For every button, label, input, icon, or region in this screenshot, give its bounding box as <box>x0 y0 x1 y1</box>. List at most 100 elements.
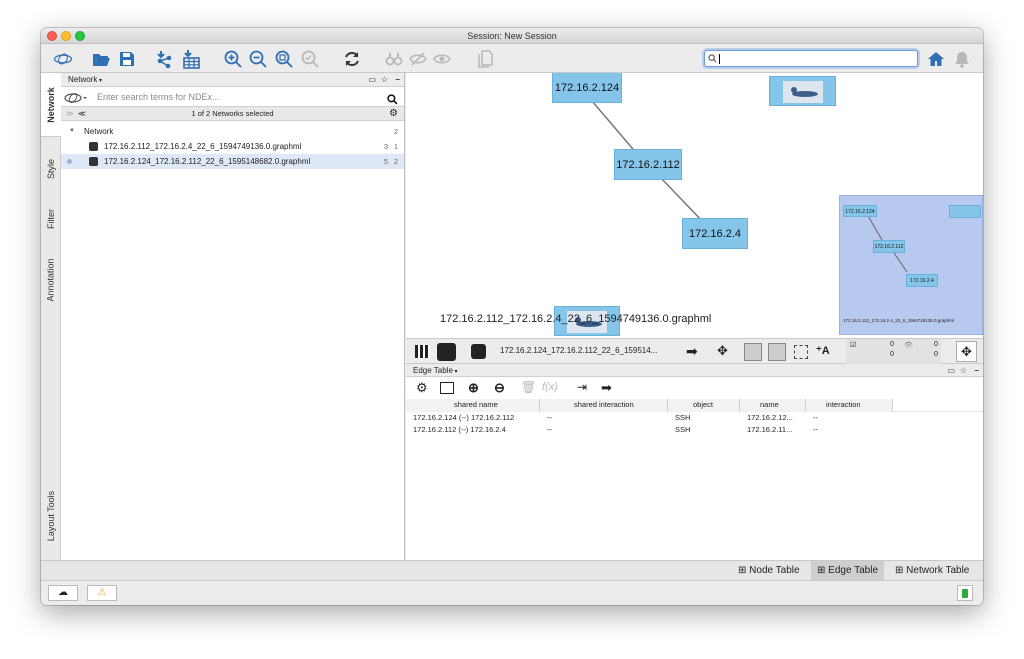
node-172-16-2-4[interactable]: 172.16.2.4 <box>682 218 748 249</box>
network-image-node[interactable] <box>769 76 836 106</box>
select-annotations-icon[interactable] <box>794 345 808 359</box>
zoom-selected-icon <box>301 50 319 68</box>
minimize-window-button[interactable] <box>61 31 71 41</box>
edge-count: 2 <box>393 157 398 166</box>
node-172-16-2-124[interactable]: 172.16.2.124 <box>552 73 622 103</box>
collection-count: 2 <box>393 127 398 136</box>
network-table-icon: ⊞ <box>895 565 907 576</box>
add-column-icon[interactable]: ⊕ <box>468 380 479 396</box>
status-bar: ☁ ⚠ <box>41 580 983 605</box>
hidden-eye-icon: 👁 <box>904 342 913 349</box>
pin-icon[interactable]: ☆ <box>381 73 388 87</box>
save-session-button[interactable] <box>116 48 138 69</box>
current-network-name[interactable]: 172.16.2.124_172.16.2.112_22_6_159514... <box>500 346 657 355</box>
network-view-icon[interactable] <box>437 343 456 361</box>
collapse-triangle-icon[interactable]: ▼ <box>69 124 75 139</box>
zoom-out-button[interactable] <box>247 48 269 69</box>
ndex-search-input[interactable]: Enter search terms for NDEx... <box>97 87 220 107</box>
notifications-button[interactable] <box>951 48 973 69</box>
tab-style[interactable]: Style <box>41 141 61 197</box>
gear-icon[interactable]: ⚙ <box>416 380 428 396</box>
network-panel-title[interactable]: Network <box>68 75 97 84</box>
document-copy-icon <box>478 49 493 68</box>
export-table-icon[interactable]: ➡ <box>601 380 612 396</box>
network-row[interactable]: 172.16.2.112_172.16.2.4_22_6_1594749136.… <box>61 139 404 154</box>
search-input[interactable] <box>704 50 918 67</box>
minimize-panel-icon[interactable]: – <box>396 73 400 87</box>
navigator-toggle-icon[interactable]: ✥ <box>956 341 977 362</box>
tab-node-table[interactable]: ⊞ Node Table <box>732 561 806 581</box>
column-header[interactable]: shared name <box>406 399 540 412</box>
import-table-button[interactable] <box>180 48 202 69</box>
network-canvas[interactable]: 172.16.2.124 172.16.2.112 172.16.2.4 172… <box>406 73 983 338</box>
pin-icon[interactable]: ☆ <box>960 364 967 377</box>
remove-column-icon[interactable]: ⊖ <box>494 380 505 396</box>
select-nodes-icon[interactable] <box>744 343 762 361</box>
eye-icon <box>433 53 451 64</box>
hidden-count: 0 <box>934 341 938 348</box>
import-table-icon[interactable]: ⇥ <box>577 380 587 394</box>
network-name: 172.16.2.112_172.16.2.4_22_6_1594749136.… <box>104 142 302 151</box>
network-icon <box>89 157 98 166</box>
selected-total: 0 <box>890 351 894 358</box>
tab-network[interactable]: Network <box>41 73 61 137</box>
column-header[interactable]: name <box>740 399 806 412</box>
delete-column-icon[interactable]: 🗑 <box>521 380 536 394</box>
export-image-icon[interactable]: ➡ <box>686 343 698 360</box>
detach-view-icon[interactable] <box>471 344 486 359</box>
refresh-button[interactable] <box>341 48 363 69</box>
open-session-button[interactable] <box>90 48 112 69</box>
move-icon[interactable]: ✥ <box>717 343 728 359</box>
zoom-fit-button[interactable] <box>273 48 295 69</box>
tab-filter[interactable]: Filter <box>41 197 61 241</box>
node-table-icon: ⊞ <box>738 565 750 576</box>
selection-counter: ☑ 0 0 👁 0 0 <box>846 339 941 364</box>
show-columns-icon[interactable] <box>440 382 454 394</box>
import-table-icon <box>183 49 200 69</box>
new-network-from-selection-button[interactable] <box>475 48 497 69</box>
grid-view-icon[interactable] <box>415 345 430 358</box>
tab-layout-tools[interactable]: Layout Tools <box>41 473 61 558</box>
edge-table-title[interactable]: Edge Table <box>413 366 453 375</box>
collection-row[interactable]: ▼ Network 2 <box>61 124 404 139</box>
tab-annotation[interactable]: Annotation <box>41 241 61 319</box>
minimap-node-112: 172.16.2.112 <box>873 240 905 253</box>
settings-gear-icon[interactable]: ⚙ <box>389 107 398 121</box>
float-panel-icon[interactable]: ▭ <box>947 364 955 377</box>
ndex-button[interactable] <box>50 48 76 69</box>
zoom-window-button[interactable] <box>75 31 85 41</box>
selected-count: 0 <box>890 341 894 348</box>
collapse-all-icon[interactable]: ≫ <box>66 107 74 121</box>
close-window-button[interactable] <box>47 31 57 41</box>
home-button[interactable] <box>925 48 947 69</box>
tab-edge-table[interactable]: ⊞ Edge Table <box>811 561 885 581</box>
function-builder-icon[interactable]: f(x) <box>542 381 558 393</box>
warning-icon[interactable]: ⚠ <box>87 585 117 601</box>
column-header[interactable]: shared interaction <box>540 399 668 412</box>
birds-eye-view[interactable]: 172.16.2.124 172.16.2.112 172.16.2.4 172… <box>839 195 983 335</box>
column-header[interactable]: object <box>668 399 740 412</box>
cloud-icon[interactable]: ☁ <box>48 585 78 601</box>
tab-network-table[interactable]: ⊞ Network Table <box>889 561 975 581</box>
minimize-panel-icon[interactable]: – <box>975 364 979 377</box>
ndex-icon <box>53 53 73 64</box>
table-row[interactable]: 172.16.2.112 (--) 172.16.2.4 -- SSH 172.… <box>406 424 983 436</box>
network-panel-header: Network ▾ ▭ ☆ – <box>61 73 404 87</box>
memory-status-icon[interactable] <box>957 585 973 601</box>
zoom-selected-button[interactable] <box>299 48 321 69</box>
save-icon <box>120 51 134 66</box>
node-172-16-2-112[interactable]: 172.16.2.112 <box>614 149 682 180</box>
column-header[interactable]: interaction <box>806 399 893 412</box>
zoom-in-button[interactable] <box>222 48 244 69</box>
expand-all-icon[interactable]: ≪ <box>78 107 86 121</box>
node-labels-icon[interactable]: ⁺A <box>816 344 830 357</box>
select-edges-icon[interactable] <box>768 343 786 361</box>
show-all-button[interactable] <box>383 48 405 69</box>
float-panel-icon[interactable]: ▭ <box>368 73 376 87</box>
network-row-selected[interactable]: 172.16.2.124_172.16.2.112_22_6_159514868… <box>61 154 404 169</box>
show-selected-button[interactable] <box>431 48 453 69</box>
import-network-button[interactable] <box>154 48 176 69</box>
collection-name: Network <box>84 127 114 136</box>
hide-selected-button[interactable] <box>407 48 429 69</box>
table-row[interactable]: 172.16.2.124 (--) 172.16.2.112 -- SSH 17… <box>406 412 983 424</box>
